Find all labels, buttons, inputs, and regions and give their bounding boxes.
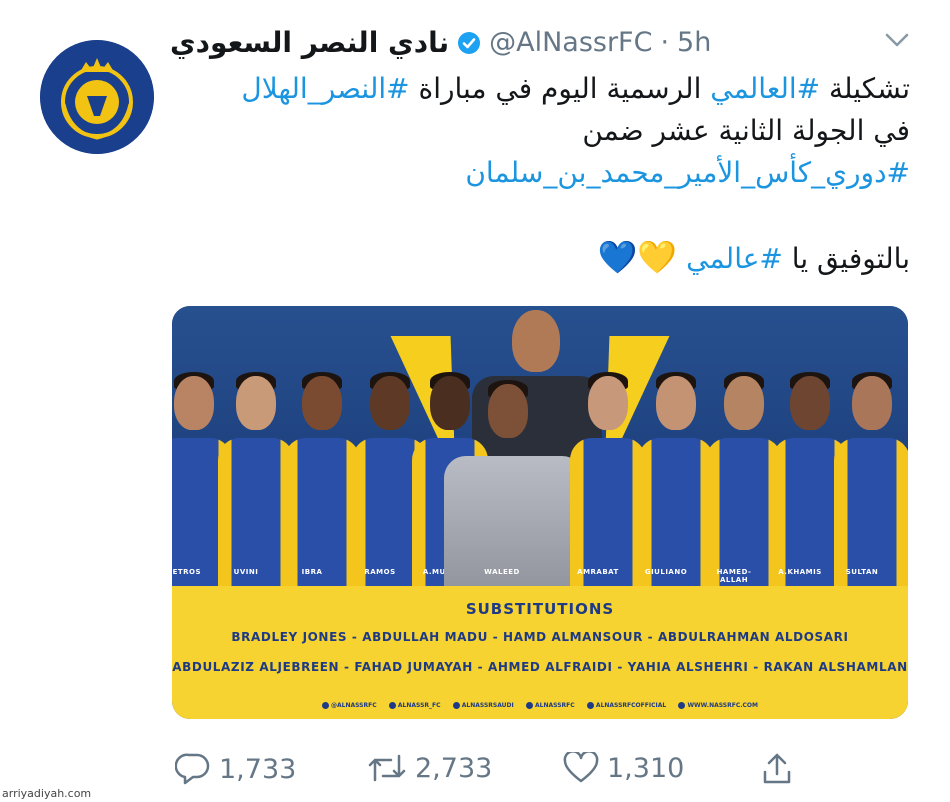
share-icon <box>763 753 791 784</box>
share-button[interactable] <box>761 752 793 786</box>
lineup-graphic: PETROSUVINIIBRARAMOSA.MUSAWALEEDAMRABATG… <box>172 306 908 606</box>
tweet-actions: 1,733 2,733 1,310 <box>175 752 795 792</box>
like-button[interactable]: 1,310 <box>563 752 684 784</box>
hashtag-link[interactable]: #دوري_كأس_الأمير_محمد_بن_سلمان <box>465 156 910 189</box>
chevron-down-icon[interactable] <box>884 30 910 50</box>
author-block[interactable]: نادي النصر السعودي @AlNassrFC · 5h <box>170 26 711 59</box>
social-handles: @ALNASSRFC ALNASSR_FC ALNASSRSAUDI ALNAS… <box>322 702 758 712</box>
player-name-label: AMRABAT <box>577 568 619 576</box>
reply-icon <box>175 753 210 785</box>
substitutions-line-1: BRADLEY JONES - ABDULLAH MADU - HAMD ALM… <box>231 630 849 644</box>
social-handle: @ALNASSRFC <box>322 702 377 712</box>
social-handle: ALNASSRSAUDI <box>452 702 514 712</box>
player-name-label: IBRA <box>301 568 323 576</box>
heart-icon <box>563 752 599 783</box>
avatar[interactable] <box>40 40 154 154</box>
player-name-label: PETROS <box>172 568 202 576</box>
text-segment: تشكيلة <box>820 72 910 105</box>
hashtag-link[interactable]: #العالمي <box>710 72 820 105</box>
player-name-label: A.KHAMIS <box>778 568 822 576</box>
timestamp[interactable]: 5h <box>677 27 711 58</box>
tweet-line-1: تشكيلة #العالمي الرسمية اليوم في مباراة … <box>190 68 910 110</box>
text-segment: الرسمية اليوم في مباراة <box>409 72 711 105</box>
player-name-label: UVINI <box>233 568 259 576</box>
social-handle: ALNASSRFC <box>526 702 575 712</box>
social-handle: WWW.NASSRFC.COM <box>678 702 758 712</box>
tweet-line-4: بالتوفيق يا #عالمي 💛💙 <box>190 236 910 280</box>
retweet-count: 2,733 <box>415 752 493 784</box>
hashtag-link[interactable]: #عالمي <box>686 242 783 275</box>
social-handle: ALNASSR_FC <box>388 702 441 712</box>
reply-count: 1,733 <box>219 753 297 785</box>
substitutions-panel: SUBSTITUTIONS BRADLEY JONES - ABDULLAH M… <box>172 586 908 719</box>
tweet-header: نادي النصر السعودي @AlNassrFC · 5h <box>170 22 920 62</box>
retweet-button[interactable]: 2,733 <box>367 752 492 784</box>
like-count: 1,310 <box>607 752 685 784</box>
player-name-label: GIULIANO <box>644 568 688 576</box>
club-logo-icon <box>40 40 154 154</box>
separator: · <box>660 27 670 58</box>
handle[interactable]: @AlNassrFC <box>489 27 652 58</box>
tweet-line-2: في الجولة الثانية عشر ضمن <box>582 114 910 147</box>
tweet-media-image[interactable]: PETROSUVINIIBRARAMOSA.MUSAWALEEDAMRABATG… <box>172 306 908 719</box>
player-name-label: SULTAN <box>845 568 879 576</box>
retweet-icon <box>368 754 406 782</box>
reply-button[interactable]: 1,733 <box>175 752 296 786</box>
text-segment: بالتوفيق يا <box>782 242 910 275</box>
substitutions-line-2: ABDULAZIZ ALJEBREEN - FAHAD JUMAYAH - AH… <box>172 660 908 674</box>
social-handle: ALNASSRFCOFFICIAL <box>586 702 666 712</box>
player-name-label: RAMOS <box>364 568 396 576</box>
player-name-label: WALEED <box>484 568 520 576</box>
tweet-line-3: #دوري_كأس_الأمير_محمد_بن_سلمان <box>190 152 910 194</box>
verified-badge-icon <box>458 31 481 54</box>
watermark: arriyadiyah.com <box>2 787 92 800</box>
player-name-label: HAMED-ALLAH <box>716 568 752 584</box>
substitutions-title: SUBSTITUTIONS <box>465 600 615 618</box>
display-name[interactable]: نادي النصر السعودي <box>170 26 449 59</box>
heart-emojis: 💛💙 <box>597 238 678 276</box>
tweet-text: تشكيلة #العالمي الرسمية اليوم في مباراة … <box>190 68 910 280</box>
hashtag-link[interactable]: #النصر_الهلال <box>241 72 409 105</box>
